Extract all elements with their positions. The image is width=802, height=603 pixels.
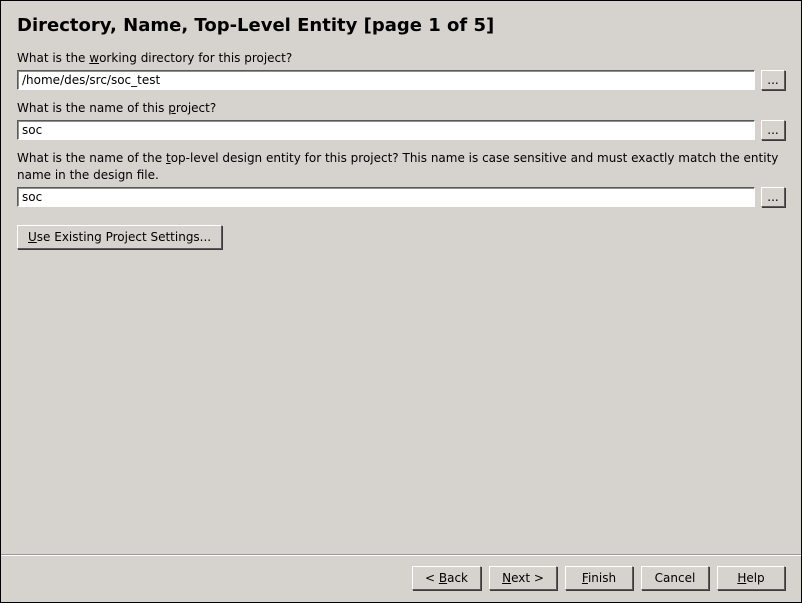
working-directory-browse-button[interactable]: ... (761, 70, 785, 90)
top-level-entity-browse-button[interactable]: ... (761, 187, 785, 207)
wizard-page: Directory, Name, Top-Level Entity [page … (0, 0, 802, 603)
project-name-label: What is the name of this project? (17, 100, 785, 116)
help-button[interactable]: Help (717, 566, 785, 590)
project-name-block: What is the name of this project? ... (17, 100, 785, 140)
project-name-browse-button[interactable]: ... (761, 120, 785, 140)
wizard-content: Directory, Name, Top-Level Entity [page … (1, 1, 801, 555)
next-button[interactable]: Next > (489, 566, 557, 590)
top-level-entity-block: What is the name of the top-level design… (17, 150, 785, 206)
wizard-footer: < Back Next > Finish Cancel Help (1, 555, 801, 602)
working-directory-label: What is the working directory for this p… (17, 50, 785, 66)
cancel-button[interactable]: Cancel (641, 566, 709, 590)
top-level-entity-label: What is the name of the top-level design… (17, 150, 785, 182)
use-existing-settings-button[interactable]: Use Existing Project Settings... (17, 225, 222, 249)
back-button[interactable]: < Back (412, 566, 481, 590)
project-name-input[interactable] (17, 120, 755, 140)
finish-button[interactable]: Finish (565, 566, 633, 590)
working-directory-input[interactable] (17, 70, 755, 90)
working-directory-block: What is the working directory for this p… (17, 50, 785, 90)
page-title: Directory, Name, Top-Level Entity [page … (17, 15, 785, 36)
top-level-entity-input[interactable] (17, 187, 755, 207)
